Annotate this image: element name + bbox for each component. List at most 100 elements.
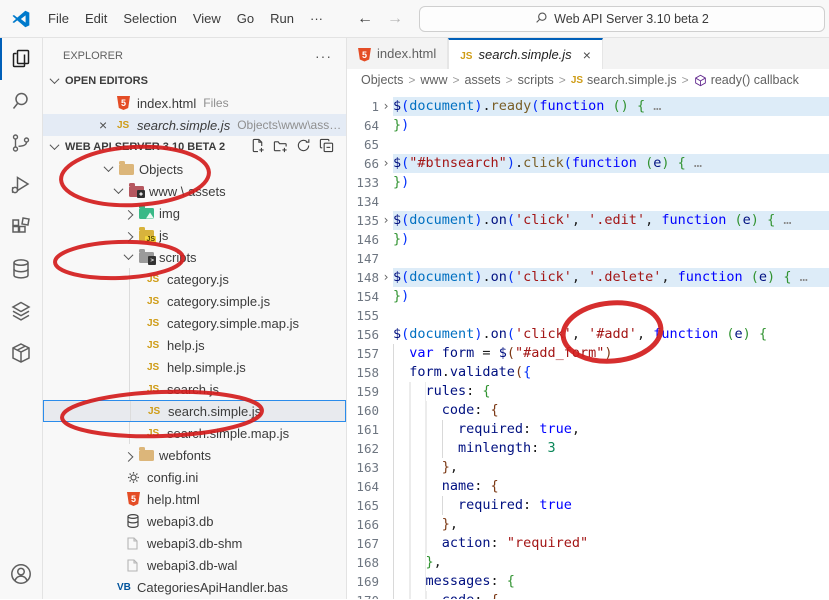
tree-item-help.html[interactable]: 5 help.html bbox=[43, 488, 346, 510]
line-number: 66 bbox=[363, 156, 379, 171]
fold-chevron-icon[interactable]: › bbox=[379, 211, 393, 230]
fold-gutter bbox=[379, 230, 393, 249]
menu-view[interactable]: View bbox=[185, 7, 229, 30]
activity-extensions-icon[interactable] bbox=[0, 206, 42, 248]
line-number: 159 bbox=[356, 384, 379, 399]
open-editor-label: search.simple.js bbox=[137, 117, 231, 133]
chevron-right-icon[interactable] bbox=[123, 451, 134, 462]
close-icon[interactable]: × bbox=[583, 47, 591, 63]
fold-gutter bbox=[379, 401, 393, 420]
tree-item-label: webapi3.db-wal bbox=[147, 557, 238, 573]
command-center-search[interactable]: Web API Server 3.10 beta 2 bbox=[419, 5, 825, 32]
code-line-160: 160 code: { bbox=[347, 401, 829, 420]
tree-item-category.js[interactable]: JS category.js bbox=[43, 268, 346, 290]
activity-layers-icon[interactable] bbox=[0, 290, 42, 332]
images-folder-icon bbox=[139, 204, 154, 219]
breadcrumb-item-search.simple.js[interactable]: JS search.simple.js bbox=[571, 73, 677, 87]
code-line-162: 162 minlength: 3 bbox=[347, 439, 829, 458]
tree-item-help.js[interactable]: JS help.js bbox=[43, 334, 346, 356]
close-icon[interactable]: × bbox=[99, 118, 117, 132]
tree-item-Objects[interactable]: Objects bbox=[43, 158, 346, 180]
open-editor-index.html[interactable]: 5 index.html Files bbox=[43, 92, 346, 114]
tree-item-label: config.ini bbox=[147, 469, 199, 485]
open-editor-detail: Files bbox=[203, 96, 229, 110]
activity-database-icon[interactable] bbox=[0, 248, 42, 290]
tab-index.html[interactable]: 5 index.html bbox=[347, 38, 449, 69]
tree-item-webapi3.db-wal[interactable]: webapi3.db-wal bbox=[43, 554, 346, 576]
new-file-icon[interactable] bbox=[250, 138, 265, 156]
breadcrumb-separator: > bbox=[681, 73, 689, 87]
project-section-header[interactable]: WEB API SERVER 3.10 BETA 2 bbox=[43, 136, 346, 158]
line-number: 165 bbox=[356, 498, 379, 513]
breadcrumb-item-assets[interactable]: assets bbox=[465, 73, 501, 87]
back-arrow-icon[interactable]: ← bbox=[357, 10, 373, 28]
activity-source-control-icon[interactable] bbox=[0, 122, 42, 164]
chevron-right-icon[interactable] bbox=[123, 209, 134, 220]
menu-selection[interactable]: Selection bbox=[115, 7, 184, 30]
refresh-icon[interactable] bbox=[296, 138, 311, 156]
code-editor[interactable]: 1 › $(document).ready(function () { … 64}) 6… bbox=[347, 91, 829, 599]
line-number: 64 bbox=[363, 118, 379, 133]
chevron-down-icon[interactable] bbox=[123, 249, 134, 260]
breadcrumb-item-scripts[interactable]: scripts bbox=[518, 73, 554, 87]
activity-run-debug-icon[interactable] bbox=[0, 164, 42, 206]
breadcrumb-separator: > bbox=[408, 73, 416, 87]
new-folder-icon[interactable] bbox=[273, 138, 288, 156]
tree-item-category.simple.map.js[interactable]: JS category.simple.map.js bbox=[43, 312, 346, 334]
tree-item-config.ini[interactable]: config.ini bbox=[43, 466, 346, 488]
chevron-down-icon[interactable] bbox=[113, 183, 124, 194]
chevron-right-icon[interactable] bbox=[123, 231, 134, 242]
collapse-all-icon[interactable] bbox=[319, 138, 334, 156]
menu-go[interactable]: Go bbox=[229, 7, 262, 30]
tree-item-category.simple.js[interactable]: JS category.simple.js bbox=[43, 290, 346, 312]
tree-item-js[interactable]: js bbox=[43, 224, 346, 246]
tree-item-webapi3.db[interactable]: webapi3.db bbox=[43, 510, 346, 532]
js-file-icon: JS bbox=[147, 317, 160, 329]
chevron-down-icon[interactable] bbox=[103, 161, 114, 172]
open-editors-header[interactable]: OPEN EDITORS bbox=[43, 70, 346, 92]
line-number: 65 bbox=[363, 137, 379, 152]
fold-chevron-icon[interactable]: › bbox=[379, 97, 393, 116]
account-icon[interactable] bbox=[0, 553, 42, 595]
line-number: 158 bbox=[356, 365, 379, 380]
tree-item-label: help.simple.js bbox=[167, 359, 246, 375]
menu-run[interactable]: Run bbox=[262, 7, 302, 30]
tree-item-search.js[interactable]: JS search.js bbox=[43, 378, 346, 400]
breadcrumb-item-readycallback[interactable]: ready() callback bbox=[694, 73, 799, 87]
breadcrumb-item-Objects[interactable]: Objects bbox=[361, 73, 403, 87]
tree-item-label: search.js bbox=[167, 381, 220, 397]
tree-item-img[interactable]: img bbox=[43, 202, 346, 224]
fold-gutter bbox=[379, 325, 393, 344]
tree-item-scripts[interactable]: scripts bbox=[43, 246, 346, 268]
fold-chevron-icon[interactable]: › bbox=[379, 154, 393, 173]
tree-item-label: webapi3.db-shm bbox=[147, 535, 243, 551]
breadcrumb-item-www[interactable]: www bbox=[420, 73, 447, 87]
tree-item-help.simple.js[interactable]: JS help.simple.js bbox=[43, 356, 346, 378]
tree-item-webapi3.db-shm[interactable]: webapi3.db-shm bbox=[43, 532, 346, 554]
menu-file[interactable]: File bbox=[40, 7, 77, 30]
tree-item-search.simple.map.js[interactable]: JS search.simple.map.js bbox=[43, 422, 346, 444]
tree-item-search.simple.js[interactable]: JS search.simple.js bbox=[43, 400, 346, 422]
tree-item-CategoriesApiHandler.bas[interactable]: VB CategoriesApiHandler.bas bbox=[43, 576, 346, 598]
menu-bar: File Edit Selection View Go Run ··· bbox=[40, 7, 331, 30]
fold-chevron-icon[interactable]: › bbox=[379, 268, 393, 287]
fold-gutter bbox=[379, 553, 393, 572]
line-number: 169 bbox=[356, 574, 379, 589]
js-file-icon: JS bbox=[148, 405, 161, 417]
fold-gutter bbox=[379, 439, 393, 458]
forward-arrow-icon[interactable]: → bbox=[387, 10, 403, 28]
activity-search-icon[interactable] bbox=[0, 80, 42, 122]
line-number: 147 bbox=[356, 251, 379, 266]
tree-item-wwwassets[interactable]: www \ assets bbox=[43, 180, 346, 202]
tree-item-webfonts[interactable]: webfonts bbox=[43, 444, 346, 466]
menu-[interactable]: ··· bbox=[302, 7, 331, 30]
menu-edit[interactable]: Edit bbox=[77, 7, 115, 30]
fold-gutter bbox=[379, 420, 393, 439]
activity-package-icon[interactable] bbox=[0, 332, 42, 374]
tree-item-label: webapi3.db bbox=[147, 513, 214, 529]
open-editor-search.simple.js[interactable]: ×JS search.simple.js Objects\www\assets\sc… bbox=[43, 114, 346, 136]
sidebar-more-actions[interactable]: ··· bbox=[315, 48, 332, 64]
tab-search.simple.js[interactable]: JS search.simple.js × bbox=[448, 38, 603, 69]
breadcrumb: Objects > www > assets > scripts > JS search.simp… bbox=[347, 69, 829, 91]
activity-explorer-icon[interactable] bbox=[0, 38, 42, 80]
